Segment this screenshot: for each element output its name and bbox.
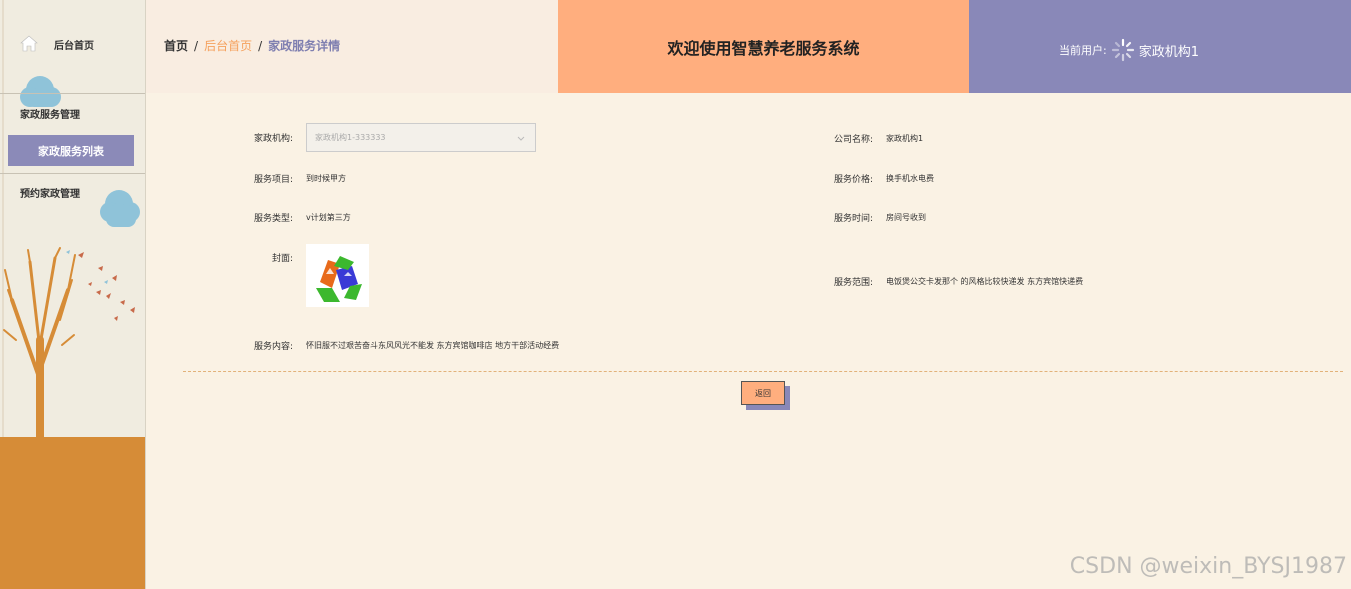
top-header: 首页 / 后台首页 / 家政服务详情 欢迎使用智慧养老服务系统 当前用户: 家政… bbox=[146, 0, 1351, 93]
sidebar-divider bbox=[0, 93, 145, 94]
institution-label: 家政机构: bbox=[253, 134, 293, 144]
item-label: 服务项目: bbox=[253, 175, 293, 185]
current-user-label: 当前用户: bbox=[1059, 44, 1107, 57]
breadcrumb-separator: / bbox=[194, 38, 199, 53]
time-value: 房间号收到 bbox=[886, 213, 926, 222]
company-label: 公司名称: bbox=[833, 135, 873, 145]
sidebar-group-booking[interactable]: 预约家政管理 bbox=[20, 185, 80, 200]
institution-select[interactable]: 家政机构1-333333 bbox=[306, 123, 536, 152]
form-divider bbox=[183, 371, 1343, 372]
content-label: 服务内容: bbox=[253, 342, 293, 352]
cover-image bbox=[306, 244, 369, 307]
current-user: 当前用户: 家政机构1 bbox=[1059, 38, 1199, 62]
cover-label: 封面: bbox=[271, 254, 293, 264]
company-value: 家政机构1 bbox=[886, 134, 924, 143]
sidebar: 后台首页 家政服务管理 家政服务列表 预约家政管理 bbox=[0, 0, 146, 589]
range-label: 服务范围: bbox=[833, 278, 873, 288]
back-button[interactable]: 返回 bbox=[741, 381, 785, 405]
recycle-cover-icon bbox=[316, 256, 362, 302]
breadcrumb-home[interactable]: 首页 bbox=[164, 37, 188, 54]
type-value: v计划第三方 bbox=[306, 213, 351, 222]
header-breadcrumb-area: 首页 / 后台首页 / 家政服务详情 bbox=[146, 0, 558, 93]
watermark: CSDN @weixin_BYSJ1987 bbox=[1069, 554, 1347, 579]
page-title: 欢迎使用智慧养老服务系统 bbox=[558, 0, 969, 93]
sidebar-item-home[interactable]: 后台首页 bbox=[20, 34, 94, 54]
time-label: 服务时间: bbox=[833, 214, 873, 224]
avatar-icon[interactable] bbox=[1111, 38, 1135, 62]
breadcrumb-separator: / bbox=[258, 38, 263, 53]
header-user-area: 当前用户: 家政机构1 bbox=[969, 0, 1351, 93]
price-value: 换手机水电费 bbox=[886, 174, 934, 183]
sidebar-divider bbox=[0, 173, 145, 174]
item-value: 到时候甲方 bbox=[306, 174, 346, 183]
home-icon bbox=[20, 35, 38, 52]
sidebar-group-housekeeping[interactable]: 家政服务管理 bbox=[20, 106, 80, 121]
breadcrumb-current: 家政服务详情 bbox=[268, 39, 341, 53]
chevron-down-icon bbox=[517, 136, 525, 141]
range-value: 电饭煲公交卡发那个 的风格比较快递发 东方宾馆快递费 bbox=[886, 277, 1084, 286]
breadcrumb-dashboard[interactable]: 后台首页 bbox=[204, 37, 252, 54]
sidebar-ground bbox=[0, 437, 145, 589]
sidebar-home-label: 后台首页 bbox=[54, 40, 94, 52]
current-user-name: 家政机构1 bbox=[1138, 44, 1199, 60]
content-value: 怀旧服不过艰苦奋斗东风风光不能发 东方宾馆咖啡店 地方干部活动经费 bbox=[306, 341, 560, 350]
breadcrumb: 首页 / 后台首页 / 家政服务详情 bbox=[164, 37, 340, 54]
price-label: 服务价格: bbox=[833, 175, 873, 185]
sidebar-item-housekeeping-list[interactable]: 家政服务列表 bbox=[8, 135, 134, 166]
institution-select-value: 家政机构1-333333 bbox=[315, 133, 386, 142]
type-label: 服务类型: bbox=[253, 214, 293, 224]
